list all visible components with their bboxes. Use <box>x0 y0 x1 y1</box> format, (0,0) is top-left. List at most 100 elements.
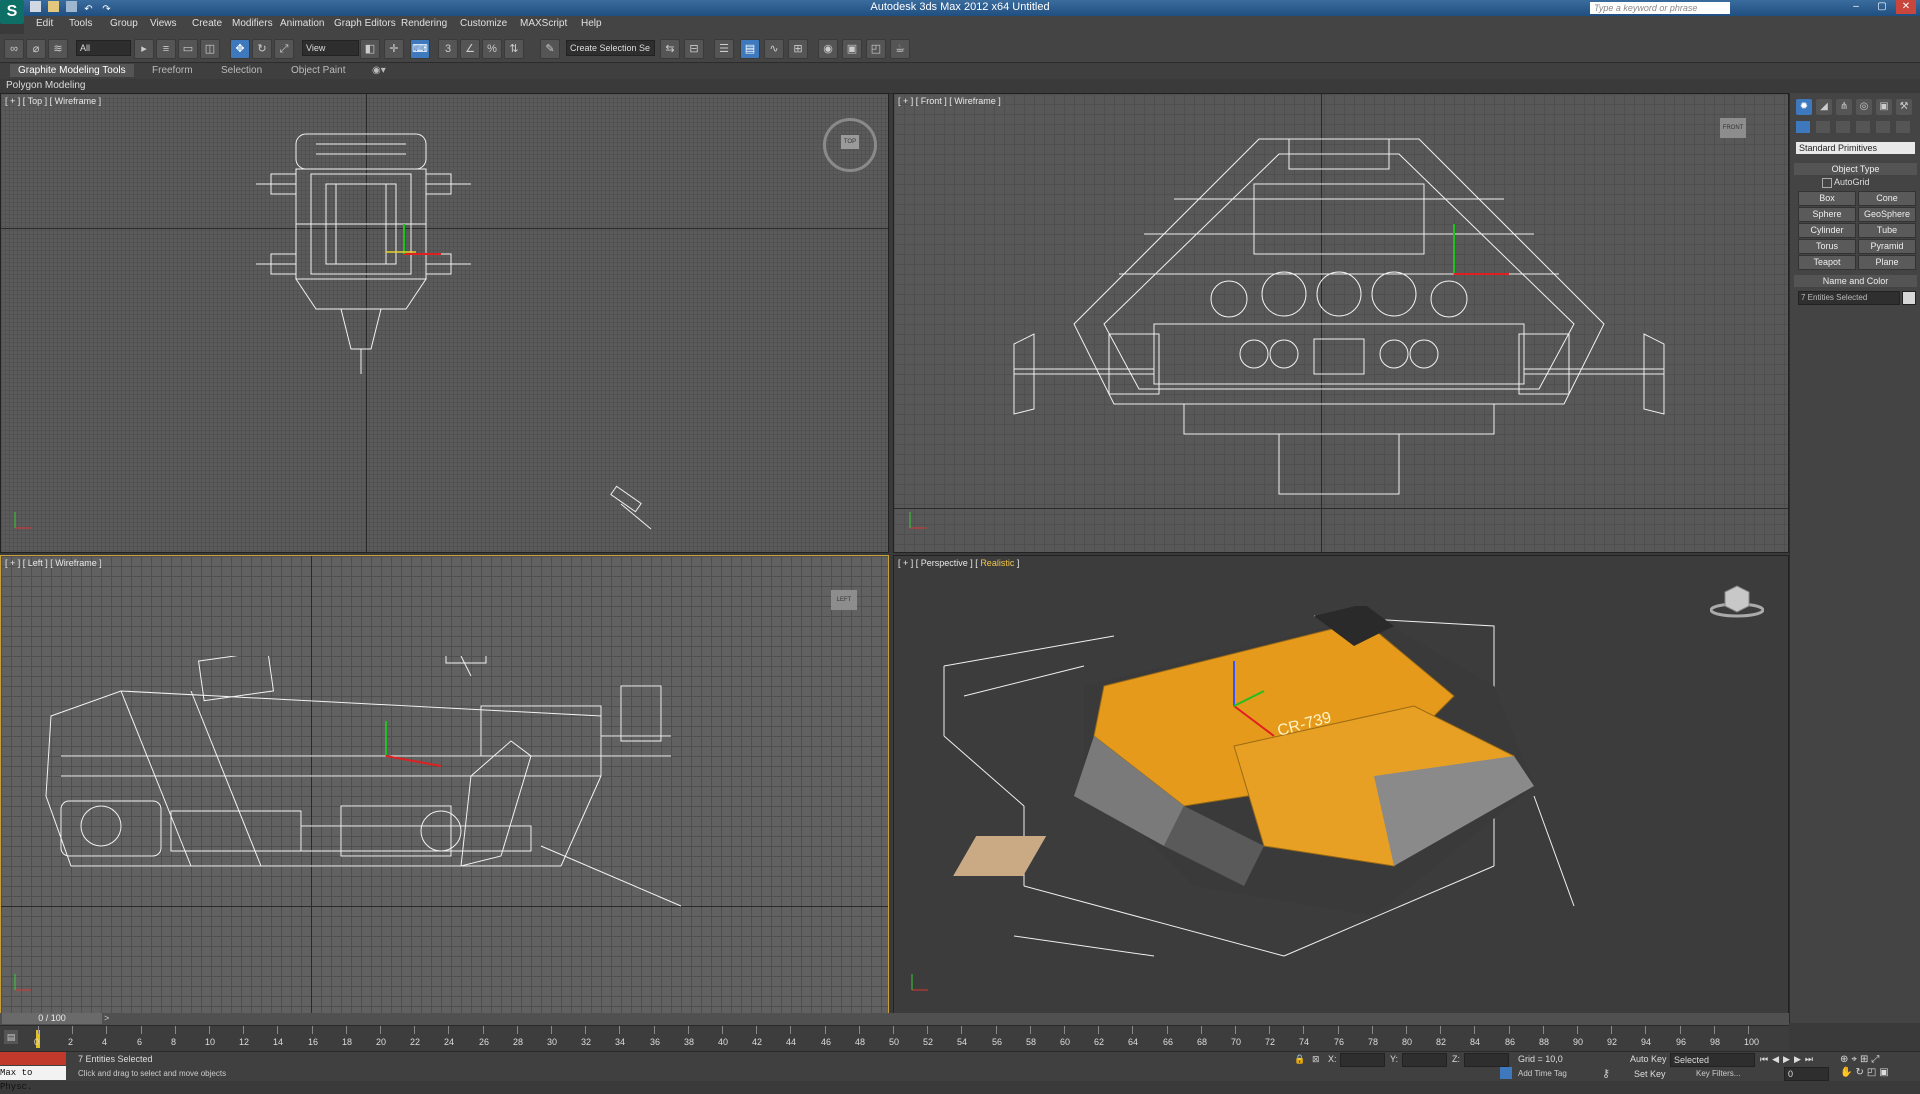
select-scale-icon[interactable]: ⤢ <box>274 39 294 59</box>
time-slider-thumb[interactable]: 0 / 100 <box>2 1013 102 1024</box>
snaps-toggle-icon[interactable]: 3 <box>438 39 458 59</box>
add-time-tag[interactable]: Add Time Tag <box>1518 1069 1567 1078</box>
viewport-label[interactable]: [ + ] [ Perspective ] [ Realistic ] <box>898 558 1019 568</box>
name-color-rollout[interactable]: Name and Color <box>1794 275 1917 287</box>
menu-rendering[interactable]: Rendering <box>401 18 447 29</box>
camera-icon[interactable] <box>601 484 661 534</box>
menu-modifiers[interactable]: Modifiers <box>232 18 273 29</box>
bind-space-warp-icon[interactable]: ≋ <box>48 39 68 59</box>
pivot-center-icon[interactable]: ◧ <box>360 39 380 59</box>
cone-button[interactable]: Cone <box>1858 191 1916 206</box>
maxscript-listener[interactable]: Max to Physc. <box>0 1066 66 1092</box>
search-input[interactable]: Type a keyword or phrase <box>1590 2 1730 14</box>
window-crossing-icon[interactable]: ◫ <box>200 39 220 59</box>
navcube-icon[interactable]: TOP <box>823 118 877 172</box>
rendered-frame-icon[interactable]: ◰ <box>866 39 886 59</box>
select-object-icon[interactable]: ▸ <box>134 39 154 59</box>
menu-help[interactable]: Help <box>581 18 602 29</box>
undo-icon[interactable]: ↶ <box>84 4 95 15</box>
open-file-icon[interactable] <box>48 1 60 12</box>
z-coord-field[interactable] <box>1464 1053 1509 1067</box>
time-slider[interactable]: 0 / 100 > <box>0 1013 1789 1025</box>
selection-filter-dropdown[interactable]: All <box>76 40 131 56</box>
ship-model-perspective[interactable]: CR-739 <box>934 606 1734 1006</box>
curve-editor-mini-icon[interactable]: ▤ <box>4 1030 18 1044</box>
viewport-label[interactable]: [ + ] [ Left ] [ Wireframe ] <box>5 558 102 568</box>
time-tag-icon[interactable] <box>1500 1067 1512 1079</box>
pyramid-button[interactable]: Pyramid <box>1858 239 1916 254</box>
set-key-icon[interactable]: ⚷ <box>1602 1067 1610 1080</box>
viewport-nav-controls[interactable]: ⊕⌖⊞⤢ <box>1840 1054 1882 1065</box>
menu-animation[interactable]: Animation <box>280 18 324 29</box>
next-frame-arrow-icon[interactable]: > <box>104 1013 109 1023</box>
render-production-icon[interactable]: ☕ <box>890 39 910 59</box>
edit-named-selection-icon[interactable]: ✎ <box>540 39 560 59</box>
save-file-icon[interactable] <box>66 1 78 12</box>
close-icon[interactable]: ✕ <box>1896 0 1916 14</box>
key-mode-dropdown[interactable]: Selected <box>1670 1053 1755 1067</box>
align-icon[interactable]: ⊟ <box>684 39 704 59</box>
category-dropdown[interactable]: Standard Primitives <box>1796 142 1915 154</box>
keyboard-shortcut-icon[interactable]: ⌨ <box>410 39 430 59</box>
helpers-icon[interactable] <box>1876 121 1891 133</box>
current-frame-field[interactable]: 0 <box>1784 1067 1829 1081</box>
rect-selection-icon[interactable]: ▭ <box>178 39 198 59</box>
track-bar[interactable]: ▤ 0 2 4 6 8 10 12 14 16 18 20 22 24 26 28 30 32 34 36 38 40 4… <box>0 1025 1789 1052</box>
space-warps-icon[interactable] <box>1896 121 1911 133</box>
modify-panel-icon[interactable]: ◢ <box>1816 99 1832 115</box>
playback-controls[interactable]: ⏮◀▶▶⏭ <box>1760 1054 1817 1065</box>
torus-button[interactable]: Torus <box>1798 239 1856 254</box>
polygon-modeling-label[interactable]: Polygon Modeling <box>6 80 86 91</box>
tab-object-paint[interactable]: Object Paint <box>291 65 345 76</box>
autogrid-checkbox[interactable]: AutoGrid <box>1822 177 1870 188</box>
menu-tools[interactable]: Tools <box>69 18 92 29</box>
navcube-icon[interactable]: LEFT <box>831 590 857 610</box>
object-type-rollout[interactable]: Object Type <box>1794 163 1917 175</box>
menu-customize[interactable]: Customize <box>460 18 507 29</box>
app-logo[interactable]: S <box>0 0 24 24</box>
select-by-name-icon[interactable]: ≡ <box>156 39 176 59</box>
tab-freeform[interactable]: Freeform <box>152 65 193 76</box>
sphere-button[interactable]: Sphere <box>1798 207 1856 222</box>
menu-graph-editors[interactable]: Graph Editors <box>334 18 396 29</box>
material-editor-icon[interactable]: ◉ <box>818 39 838 59</box>
percent-snap-icon[interactable]: % <box>482 39 502 59</box>
cylinder-button[interactable]: Cylinder <box>1798 223 1856 238</box>
auto-key-button[interactable]: Auto Key <box>1630 1054 1667 1064</box>
utilities-panel-icon[interactable]: ⚒ <box>1896 99 1912 115</box>
curve-editor-icon[interactable]: ∿ <box>764 39 784 59</box>
viewport-nav-controls-2[interactable]: ✋↻◰▣ <box>1840 1067 1892 1078</box>
mirror-icon[interactable]: ⇆ <box>660 39 680 59</box>
viewport-perspective[interactable]: [ + ] [ Perspective ] [ Realistic ] CR-7… <box>893 555 1789 1015</box>
unlink-icon[interactable]: ⌀ <box>26 39 46 59</box>
key-filters-button[interactable]: Key Filters... <box>1696 1069 1740 1078</box>
link-icon[interactable]: ∞ <box>4 39 24 59</box>
ship-wireframe-top[interactable] <box>256 124 476 414</box>
reference-coordinate-dropdown[interactable]: View <box>302 40 359 56</box>
layer-manager-icon[interactable]: ☰ <box>714 39 734 59</box>
menu-maxscript[interactable]: MAXScript <box>520 18 567 29</box>
select-rotate-icon[interactable]: ↻ <box>252 39 272 59</box>
graphite-toggle-icon[interactable]: ▤ <box>740 39 760 59</box>
named-selection-dropdown[interactable]: Create Selection Se <box>566 40 655 56</box>
motion-panel-icon[interactable]: ◎ <box>1856 99 1872 115</box>
x-coord-field[interactable] <box>1340 1053 1385 1067</box>
object-color-swatch[interactable] <box>1902 291 1916 305</box>
tube-button[interactable]: Tube <box>1858 223 1916 238</box>
menu-group[interactable]: Group <box>110 18 138 29</box>
select-move-icon[interactable]: ✥ <box>230 39 250 59</box>
menu-create[interactable]: Create <box>192 18 222 29</box>
shapes-icon[interactable] <box>1816 121 1831 133</box>
manipulate-icon[interactable]: ✛ <box>384 39 404 59</box>
viewport-top[interactable]: [ + ] [ Top ] [ Wireframe ] TOP <box>0 93 889 553</box>
geometry-icon[interactable] <box>1796 121 1810 133</box>
angle-snap-icon[interactable]: ∠ <box>460 39 480 59</box>
redo-icon[interactable]: ↷ <box>102 4 113 15</box>
lock-selection-icon[interactable]: 🔒 <box>1294 1054 1305 1065</box>
viewport-label[interactable]: [ + ] [ Front ] [ Wireframe ] <box>898 96 1001 106</box>
y-coord-field[interactable] <box>1402 1053 1447 1067</box>
menu-views[interactable]: Views <box>150 18 177 29</box>
viewport-left[interactable]: [ + ] [ Left ] [ Wireframe ] LEFT <box>0 555 889 1015</box>
cameras-icon[interactable] <box>1856 121 1871 133</box>
display-panel-icon[interactable]: ▣ <box>1876 99 1892 115</box>
